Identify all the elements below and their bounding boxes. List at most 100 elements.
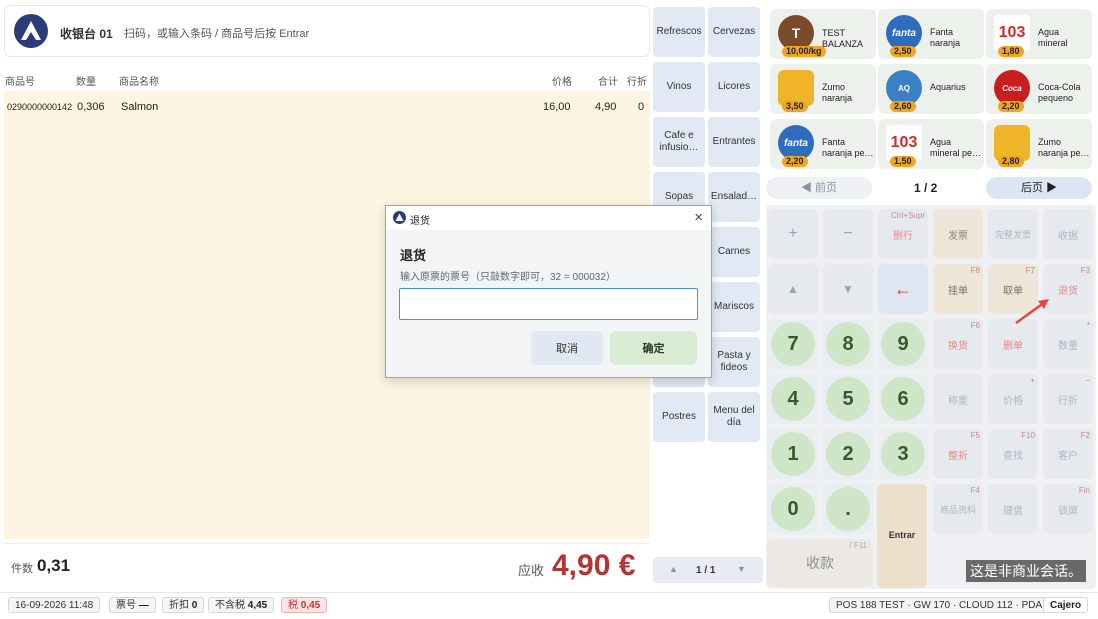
line-name: Salmon — [121, 101, 159, 113]
category-button[interactable]: Entrantes — [708, 117, 760, 167]
close-icon[interactable]: × — [694, 209, 703, 226]
product-name: Zumo naranja pe… — [1038, 137, 1090, 158]
category-button[interactable]: Menu del día — [708, 392, 760, 442]
category-prev-button[interactable]: ▲ — [669, 564, 678, 574]
ticket-line[interactable]: 0290000000142 0,306 Salmon 16,00 4,90 0 — [4, 99, 650, 117]
amount-due: 4,90 € — [552, 549, 636, 582]
product-prev-page-button[interactable]: ◀ 前页 — [766, 177, 872, 199]
status-bar: 16-09-2026 11:48 票号 — 折扣 0 不含税 4,45 税 0,… — [0, 592, 1098, 619]
digit-2-button[interactable]: 2 — [823, 429, 873, 479]
digit-9-button[interactable]: 9 — [878, 319, 928, 369]
delete-ticket-button[interactable]: 删单 — [988, 319, 1038, 369]
dialog-titlebar: 退货 × — [386, 206, 711, 230]
product-tile[interactable]: AQ Aquarius 2,60 — [878, 64, 984, 114]
product-name: Agua mineral pe… — [930, 137, 982, 158]
receipt-button[interactable]: 收据 — [1043, 209, 1093, 259]
ticket-number-input[interactable] — [399, 288, 698, 320]
ticket-discount-button[interactable]: F5 整折 — [933, 429, 983, 479]
category-button[interactable]: Refrescos — [653, 7, 705, 57]
digit-3-button[interactable]: 3 — [878, 429, 928, 479]
category-button[interactable]: Ensalad… — [708, 172, 760, 222]
category-button[interactable]: Mariscos — [708, 282, 760, 332]
confirm-button[interactable]: 确定 — [610, 331, 697, 365]
product-price: 2,80 — [998, 156, 1024, 167]
line-discount-button[interactable]: − 行折 — [1043, 374, 1093, 424]
product-data-button[interactable]: F4 商品资料 — [933, 484, 983, 534]
charge-button[interactable]: / F11 收款 — [767, 539, 873, 587]
status-ticket: 票号 — — [109, 597, 156, 613]
digit-4-button[interactable]: 4 — [768, 374, 818, 424]
ticket-column-header: 商品号 数量 商品名称 价格 合计 行折 — [4, 67, 650, 91]
category-button[interactable]: Carnes — [708, 227, 760, 277]
annotation-arrow-icon — [1015, 299, 1049, 325]
product-name: Agua mineral — [1038, 27, 1068, 48]
delete-line-button[interactable]: Ctrl+Supr 删行 — [878, 209, 928, 259]
function-keypad: + − Ctrl+Supr 删行 发票 完整发票 收据 ▲ ▼ ← F8 挂单 F7… — [766, 205, 1096, 589]
category-button[interactable]: Vinos — [653, 62, 705, 112]
category-button[interactable]: Cervezas — [708, 7, 760, 57]
line-qty: 0,306 — [77, 101, 105, 113]
col-price: 价格 — [552, 77, 572, 88]
move-down-button[interactable]: ▼ — [823, 264, 873, 314]
dialog-instruction: 输入原票的票号（只敲数字即可，32 = 000032） — [400, 272, 616, 283]
cancel-button[interactable]: 取消 — [531, 331, 603, 365]
category-button[interactable]: Cafe e infusio… — [653, 117, 705, 167]
decrease-qty-button[interactable]: − — [823, 209, 873, 259]
product-price: 1,50 — [890, 156, 916, 167]
backspace-button[interactable]: ← — [878, 264, 928, 314]
digit-0-button[interactable]: 0 — [768, 484, 818, 534]
status-user[interactable]: Cajero — [1043, 597, 1089, 613]
product-next-page-button[interactable]: 后页 ▶ — [986, 177, 1092, 199]
price-button[interactable]: + 价格 — [988, 374, 1038, 424]
non-commercial-watermark: 这是非商业会话。 — [966, 560, 1086, 582]
move-up-button[interactable]: ▲ — [768, 264, 818, 314]
category-button[interactable]: Postres — [653, 392, 705, 442]
line-price: 16,00 — [543, 101, 571, 113]
dialog-heading: 退货 — [400, 248, 427, 263]
exchange-button[interactable]: F6 换货 — [933, 319, 983, 369]
col-total: 合计 — [598, 77, 618, 88]
product-price: 3,50 — [782, 101, 808, 112]
product-name: TEST BALANZA — [822, 28, 864, 49]
digit-1-button[interactable]: 1 — [768, 429, 818, 479]
increase-qty-button[interactable]: + — [768, 209, 818, 259]
full-invoice-button[interactable]: 完整发票 — [988, 209, 1038, 259]
invoice-button[interactable]: 发票 — [933, 209, 983, 259]
product-tile[interactable]: 103 Agua mineral pe… 1,50 — [878, 119, 984, 169]
product-price: 10,00/kg — [782, 46, 826, 57]
product-tile[interactable]: Zumo naranja 3,50 — [770, 64, 876, 114]
product-name: Fanta naranja pe… — [822, 137, 874, 158]
category-pager: ▲ 1 / 1 ▼ — [653, 557, 763, 583]
hold-ticket-button[interactable]: F8 挂单 — [933, 264, 983, 314]
digit-8-button[interactable]: 8 — [823, 319, 873, 369]
status-net: 不含税 4,45 — [208, 597, 275, 613]
pos-header: 收银台 01 扫码，或输入条码 / 商品号后按 Entrar — [4, 5, 650, 57]
category-next-button[interactable]: ▼ — [737, 564, 746, 574]
enter-button[interactable]: Entrar — [877, 484, 927, 588]
status-datetime: 16-09-2026 11:48 — [8, 597, 101, 613]
product-tile[interactable]: Coca Coca-Cola pequeno 2,20 — [986, 64, 1092, 114]
product-tile[interactable]: Zumo naranja pe… 2,80 — [986, 119, 1092, 169]
search-button[interactable]: F10 查找 — [988, 429, 1038, 479]
quantity-button[interactable]: * 数量 — [1043, 319, 1093, 369]
amount-due-label: 应收 — [518, 563, 545, 578]
product-tile[interactable]: 103 Agua mineral 1,80 — [986, 9, 1092, 59]
category-button[interactable]: Pasta y fideos — [708, 337, 760, 387]
customer-button[interactable]: F2 客户 — [1043, 429, 1093, 479]
digit-5-button[interactable]: 5 — [823, 374, 873, 424]
digit-7-button[interactable]: 7 — [768, 319, 818, 369]
product-tile[interactable]: fanta Fanta naranja 2,50 — [878, 9, 984, 59]
lock-screen-button[interactable]: Fin 锁屏 — [1043, 484, 1093, 534]
category-page-indicator: 1 / 1 — [696, 565, 716, 576]
scan-hint: 扫码，或输入条码 / 商品号后按 Entrar — [124, 28, 310, 40]
digit-6-button[interactable]: 6 — [878, 374, 928, 424]
dialog-title: 退货 — [410, 216, 430, 227]
product-tile[interactable]: T TEST BALANZA 10,00/kg — [770, 9, 876, 59]
totals-bar: 件数 0,31 应收 4,90 € — [4, 543, 650, 589]
weigh-button[interactable]: 称重 — [933, 374, 983, 424]
category-button[interactable]: Licores — [708, 62, 760, 112]
item-count: 0,31 — [37, 556, 71, 575]
product-tile[interactable]: fanta Fanta naranja pe… 2,20 — [770, 119, 876, 169]
keyboard-button[interactable]: 键盘 — [988, 484, 1038, 534]
decimal-point-button[interactable]: . — [823, 484, 873, 534]
